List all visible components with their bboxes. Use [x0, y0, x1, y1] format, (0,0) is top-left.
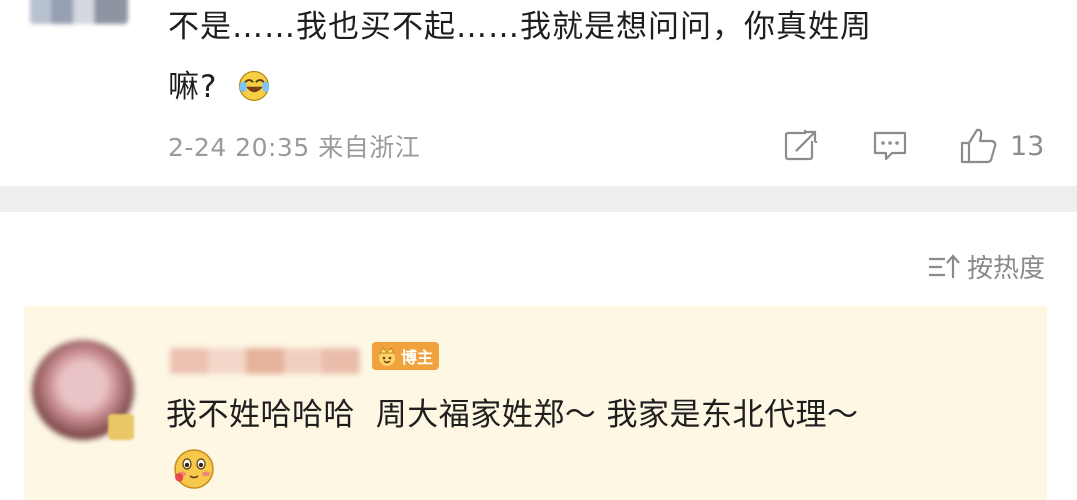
like-button[interactable]: 13 — [958, 124, 1044, 168]
section-divider — [0, 186, 1077, 212]
comment-text-line1: 不是……我也买不起……我就是想问问，你真姓周 — [168, 9, 872, 45]
comment-time: 2-24 20:35 — [168, 133, 310, 162]
comment-blogger: 博主 我不姓哈哈哈 周大福家姓郑～ 我家是东北代理～ — [24, 306, 1047, 500]
blogger-badge: 博主 — [372, 342, 440, 370]
avatar[interactable] — [30, 0, 128, 24]
laughing-crying-emoji-icon — [239, 70, 270, 101]
forward-button[interactable] — [782, 124, 820, 168]
thumbs-up-icon — [960, 128, 997, 164]
comment-text: 我不姓哈哈哈 周大福家姓郑～ 我家是东北代理～ — [166, 397, 859, 433]
like-count: 13 — [1010, 130, 1045, 162]
comment-text-line2: 嘛? — [168, 69, 218, 105]
sort-toggle[interactable]: 按热度 — [927, 248, 1045, 285]
blogger-badge-label: 博主 — [401, 348, 434, 367]
sort-label: 按热度 — [966, 254, 1045, 284]
share-icon — [784, 127, 820, 161]
comment-top: 不是……我也买不起……我就是想问问，你真姓周 嘛? 2-24 20:35 来自浙… — [0, 0, 1077, 186]
comment-text: 不是……我也买不起……我就是想问问，你真姓周 嘛? — [168, 0, 1028, 117]
crown-avatar-icon — [379, 347, 395, 366]
username[interactable] — [170, 348, 360, 374]
comment-source: 来自浙江 — [318, 133, 421, 162]
verified-badge-icon — [108, 414, 134, 440]
comment-meta: 2-24 20:35 来自浙江 — [168, 128, 420, 164]
shy-blush-emoji-icon — [174, 449, 214, 489]
comment-icon — [873, 131, 907, 161]
sort-icon — [928, 253, 960, 278]
comment-button[interactable] — [870, 124, 910, 168]
